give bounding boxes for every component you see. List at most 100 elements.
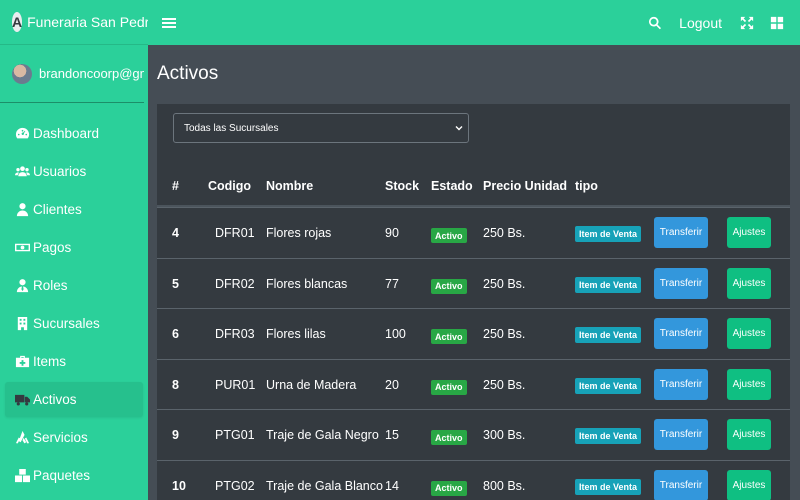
tipo-badge: Item de Venta <box>575 428 642 444</box>
status-badge: Activo <box>431 379 467 395</box>
money-icon <box>14 240 30 256</box>
cell-stock: 77 <box>385 276 399 291</box>
cell-id: 5 <box>172 276 179 291</box>
table-row: 5 DFR02 Flores blancas 77 Activo 250 Bs.… <box>157 257 790 309</box>
column-header-id: # <box>172 179 179 193</box>
cell-stock: 20 <box>385 377 399 392</box>
sidebar-item-roles[interactable]: Roles <box>5 268 143 303</box>
ajustes-button[interactable]: Ajustes <box>727 368 771 400</box>
cell-codigo: DFR01 <box>215 226 255 240</box>
cell-id: 10 <box>172 478 186 493</box>
sidebar-item-label: Pagos <box>33 240 72 255</box>
cell-nombre: Flores lilas <box>266 327 326 341</box>
search-icon[interactable] <box>648 16 662 30</box>
building-icon <box>14 316 30 332</box>
tipo-badge: Item de Venta <box>575 226 642 242</box>
column-header-precio: Precio Unidad <box>483 179 568 193</box>
cell-stock: 90 <box>385 226 399 240</box>
table-body: 4 DFR01 Flores rojas 90 Activo 250 Bs. I… <box>157 207 790 500</box>
medkit-icon <box>14 354 30 370</box>
sidebar: A Funeraria San Pedro brandoncoorp@gmail… <box>0 0 157 500</box>
tipo-badge: Item de Venta <box>575 276 642 293</box>
sidebar-item-dashboard[interactable]: Dashboard <box>5 116 143 151</box>
tipo-badge: Item de Venta <box>575 478 642 495</box>
column-header-stock: Stock <box>385 179 420 193</box>
status-badge: Activo <box>431 278 467 294</box>
sidebar-item-pagos[interactable]: Pagos <box>5 230 143 265</box>
sidebar-item-clientes[interactable]: Clientes <box>5 192 143 227</box>
chevron-down-icon <box>455 124 463 132</box>
tipo-badge: Item de Venta <box>575 377 642 394</box>
user-panel[interactable]: brandoncoorp@gmail <box>0 45 144 103</box>
sidebar-item-label: Clientes <box>33 202 82 217</box>
status-badge: Activo <box>431 228 467 243</box>
table-row: 6 DFR03 Flores lilas 100 Activo 250 Bs. … <box>157 308 790 359</box>
cell-nombre: Traje de Gala Negro <box>266 428 379 442</box>
table-row: 10 PTG02 Traje de Gala Blanco 14 Activo … <box>157 459 790 500</box>
sidebar-item-activos[interactable]: Activos <box>5 382 143 417</box>
cell-codigo: PTG01 <box>215 428 255 442</box>
brand-logo: A <box>12 12 23 32</box>
cell-codigo: DFR02 <box>215 276 255 291</box>
ajustes-button[interactable]: Ajustes <box>727 217 771 248</box>
sidebar-item-items[interactable]: Items <box>5 344 143 379</box>
column-header-codigo: Codigo <box>208 179 252 193</box>
hamburger-menu-icon[interactable] <box>162 16 176 30</box>
sidebar-item-label: Roles <box>33 278 68 293</box>
ajustes-button[interactable]: Ajustes <box>727 318 771 349</box>
grid-icon[interactable] <box>770 16 784 30</box>
cell-codigo: PUR01 <box>215 377 256 392</box>
tipo-badge: Item de Venta <box>575 327 642 343</box>
cell-precio: 250 Bs. <box>483 226 526 240</box>
brand-name: Funeraria San Pedro <box>27 14 158 30</box>
logout-link[interactable]: Logout <box>679 15 722 31</box>
sidebar-item-sucursales[interactable]: Sucursales <box>5 306 143 341</box>
cell-codigo: PTG02 <box>215 478 255 493</box>
cell-precio: 300 Bs. <box>483 428 526 442</box>
cell-precio: 800 Bs. <box>483 478 526 493</box>
user-name[interactable]: brandoncoorp@gmail <box>39 66 144 81</box>
user-icon <box>14 202 30 218</box>
sidebar-item-label: Servicios <box>33 430 88 445</box>
activos-card: Todas las Sucursales # Codigo Nombre Sto… <box>157 104 790 500</box>
sidebar-item-label: Sucursales <box>33 316 100 331</box>
status-badge: Activo <box>431 329 467 344</box>
table-header: # Codigo Nombre Stock Estado Precio Unid… <box>157 163 790 207</box>
status-badge: Activo <box>431 480 467 496</box>
sucursal-select[interactable]: Todas las Sucursales <box>173 113 469 143</box>
sucursal-select-value: Todas las Sucursales <box>184 122 279 134</box>
sidebar-item-paquetes[interactable]: Paquetes <box>5 458 143 493</box>
ajustes-button[interactable]: Ajustes <box>727 267 771 299</box>
cell-id: 4 <box>172 226 179 240</box>
transferir-button[interactable]: Transferir <box>654 469 708 500</box>
cell-stock: 15 <box>385 428 399 442</box>
activos-table: # Codigo Nombre Stock Estado Precio Unid… <box>157 163 790 500</box>
table-row: 8 PUR01 Urna de Madera 20 Activo 250 Bs.… <box>157 358 790 410</box>
transferir-button[interactable]: Transferir <box>654 217 708 248</box>
main-content: Activos Todas las Sucursales # Codigo No… <box>148 45 800 500</box>
transferir-button[interactable]: Transferir <box>654 419 708 450</box>
cell-id: 8 <box>172 377 179 392</box>
status-badge: Activo <box>431 430 467 445</box>
transferir-button[interactable]: Transferir <box>654 368 708 400</box>
brand-link[interactable]: A Funeraria San Pedro <box>0 0 157 45</box>
transferir-button[interactable]: Transferir <box>654 318 708 349</box>
fullscreen-icon[interactable] <box>740 16 754 30</box>
cell-stock: 14 <box>385 478 399 493</box>
top-right-controls: Logout <box>648 0 800 45</box>
top-navbar: Logout <box>148 0 800 45</box>
cell-stock: 100 <box>385 327 406 341</box>
transferir-button[interactable]: Transferir <box>654 267 708 299</box>
users-icon <box>14 164 30 180</box>
sidebar-item-usuarios[interactable]: Usuarios <box>5 154 143 189</box>
ajustes-button[interactable]: Ajustes <box>727 469 771 500</box>
cell-id: 9 <box>172 428 179 442</box>
sidebar-item-servicios[interactable]: Servicios <box>5 420 143 455</box>
cell-precio: 250 Bs. <box>483 377 526 392</box>
ajustes-button[interactable]: Ajustes <box>727 419 771 450</box>
cell-nombre: Traje de Gala Blanco <box>266 478 383 493</box>
avatar <box>12 63 32 84</box>
dashboard-icon <box>14 126 30 142</box>
sidebar-item-label: Activos <box>33 392 77 407</box>
column-header-estado: Estado <box>431 179 473 193</box>
